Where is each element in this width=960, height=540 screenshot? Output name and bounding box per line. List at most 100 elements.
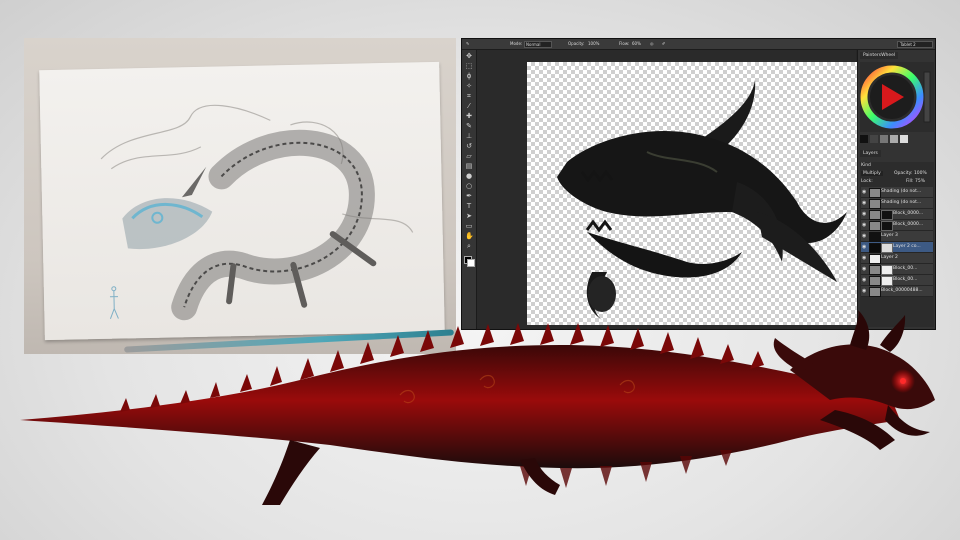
- eye-icon[interactable]: ◉: [862, 288, 867, 294]
- layer-row[interactable]: ◉ Block_00...: [861, 264, 933, 275]
- swatch[interactable]: [860, 135, 868, 143]
- panels-dock: PaintersWheel Layers Kind Multiply Opaci…: [857, 50, 935, 329]
- hand-icon[interactable]: ✋: [465, 232, 474, 240]
- layer-thumbnail: [869, 287, 881, 297]
- layer-thumbnail: [869, 276, 881, 286]
- color-wheel[interactable]: [860, 62, 934, 132]
- layer-thumbnail: [869, 254, 881, 264]
- layer-thumbnail: [869, 221, 881, 231]
- sketch-dragon-drawing: [100, 104, 414, 321]
- opacity-label: Opacity:: [568, 41, 585, 46]
- brush-icon[interactable]: ✎: [465, 122, 473, 130]
- opacity-value[interactable]: 100%: [588, 41, 599, 46]
- layer-opacity-label: Opacity:: [894, 171, 913, 176]
- workspace-select[interactable]: Tablet 2: [897, 41, 933, 48]
- canvas-dragon-head: [557, 80, 847, 320]
- layer-thumbnail: [869, 265, 881, 275]
- flow-value[interactable]: 60%: [632, 41, 641, 46]
- layers-panel-tab[interactable]: Layers: [860, 150, 881, 157]
- fill-control[interactable]: Fill: 75%: [906, 179, 925, 184]
- layer-name: Block_00...: [893, 277, 918, 282]
- layer-row[interactable]: ◉ Layer 3: [861, 231, 933, 242]
- photoshop-window: ✎ Mode: Normal Opacity: 100% Flow: 60% ◎…: [461, 38, 936, 330]
- color-panel-tab[interactable]: PaintersWheel: [860, 52, 899, 59]
- flow-label: Flow:: [619, 41, 630, 46]
- eye-icon[interactable]: ◉: [862, 233, 867, 239]
- eye-icon[interactable]: ◉: [862, 222, 867, 228]
- layer-mask: [881, 276, 893, 286]
- layer-thumbnail: [869, 188, 881, 198]
- swatch[interactable]: [890, 135, 898, 143]
- layer-row[interactable]: ◉ Block_00...: [861, 275, 933, 286]
- layer-thumbnail: [869, 210, 881, 220]
- fill-value: 75%: [914, 179, 925, 184]
- layer-mask: [881, 221, 893, 231]
- layer-row[interactable]: ◉ Block_0000...: [861, 209, 933, 220]
- lasso-icon[interactable]: ϕ: [465, 72, 473, 80]
- layer-row[interactable]: ◉ Shading (do not...: [861, 187, 933, 198]
- layer-name: Shading (do not...: [881, 200, 922, 205]
- eye-icon[interactable]: ◉: [862, 189, 867, 195]
- color-wheel-panel: [860, 62, 934, 132]
- eyedropper-icon[interactable]: ⁄: [465, 102, 473, 110]
- layer-row[interactable]: ◉ Shading (do not...: [861, 198, 933, 209]
- canvas-area: [477, 50, 857, 329]
- layer-row-selected[interactable]: ◉ Layer 2 co...: [861, 242, 933, 253]
- layer-thumbnail: [869, 243, 881, 253]
- layer-opacity-value: 100%: [913, 171, 927, 176]
- marquee-icon[interactable]: ⬚: [465, 62, 473, 70]
- dodge-icon[interactable]: ○: [465, 182, 473, 190]
- options-bar: ✎ Mode: Normal Opacity: 100% Flow: 60% ◎…: [462, 39, 935, 50]
- airbrush-icon[interactable]: ◎: [650, 41, 654, 46]
- mode-label: Mode:: [510, 41, 523, 46]
- sketch-paper: [39, 61, 445, 341]
- swatch[interactable]: [880, 135, 888, 143]
- lock-label: Lock:: [861, 179, 873, 184]
- healing-icon[interactable]: ✚: [465, 112, 473, 120]
- swatch[interactable]: [870, 135, 878, 143]
- stamp-icon[interactable]: ⊥: [465, 132, 473, 140]
- eye-icon[interactable]: ◉: [862, 211, 867, 217]
- shape-icon[interactable]: ▭: [465, 222, 473, 230]
- mode-select[interactable]: Normal: [524, 41, 552, 48]
- eye-icon[interactable]: ◉: [862, 200, 867, 206]
- eraser-icon[interactable]: ▱: [465, 152, 473, 160]
- wand-icon[interactable]: ✧: [465, 82, 473, 90]
- blend-mode-select[interactable]: Multiply: [861, 171, 883, 176]
- document-canvas[interactable]: [527, 62, 857, 325]
- move-icon[interactable]: ✥: [465, 52, 473, 60]
- layer-name: Layer 2 co...: [893, 244, 921, 249]
- layer-opacity[interactable]: Opacity: 100%: [894, 171, 927, 176]
- red-dragon-render: [20, 310, 935, 505]
- swatch[interactable]: [900, 135, 908, 143]
- layer-row[interactable]: ◉ Block_0000...: [861, 220, 933, 231]
- layer-name: Block_0000...: [893, 222, 924, 227]
- fill-label: Fill:: [906, 179, 914, 184]
- layer-mask: [881, 243, 893, 253]
- zoom-icon[interactable]: ⌕: [465, 242, 473, 250]
- history-brush-icon[interactable]: ↺: [465, 142, 473, 150]
- eye-icon[interactable]: ◉: [862, 277, 867, 283]
- layer-name: Layer 2: [881, 255, 898, 260]
- layer-name: Block_00...: [893, 266, 918, 271]
- brush-tool-icon[interactable]: ✎: [466, 41, 469, 46]
- background-color-swatch[interactable]: [467, 259, 475, 267]
- pen-icon[interactable]: ✒: [465, 192, 473, 200]
- layer-name: Block_0000...: [893, 211, 924, 216]
- eye-icon[interactable]: ◉: [862, 244, 867, 250]
- path-select-icon[interactable]: ➤: [465, 212, 473, 220]
- gradient-icon[interactable]: ▤: [465, 162, 473, 170]
- pressure-icon[interactable]: ✐: [662, 41, 665, 46]
- type-icon[interactable]: T: [465, 202, 473, 210]
- blur-icon[interactable]: ●: [465, 172, 473, 180]
- layer-row[interactable]: ◉ Layer 2: [861, 253, 933, 264]
- layer-thumbnail: [869, 232, 881, 242]
- crop-icon[interactable]: ⌗: [465, 92, 473, 100]
- layer-thumbnail: [869, 199, 881, 209]
- kind-filter[interactable]: Kind: [861, 163, 871, 168]
- layer-row[interactable]: ◉ Block_00000488...: [861, 286, 933, 297]
- eye-icon[interactable]: ◉: [862, 266, 867, 272]
- layer-mask: [881, 210, 893, 220]
- eye-icon[interactable]: ◉: [862, 255, 867, 261]
- swatch-row: [860, 135, 934, 143]
